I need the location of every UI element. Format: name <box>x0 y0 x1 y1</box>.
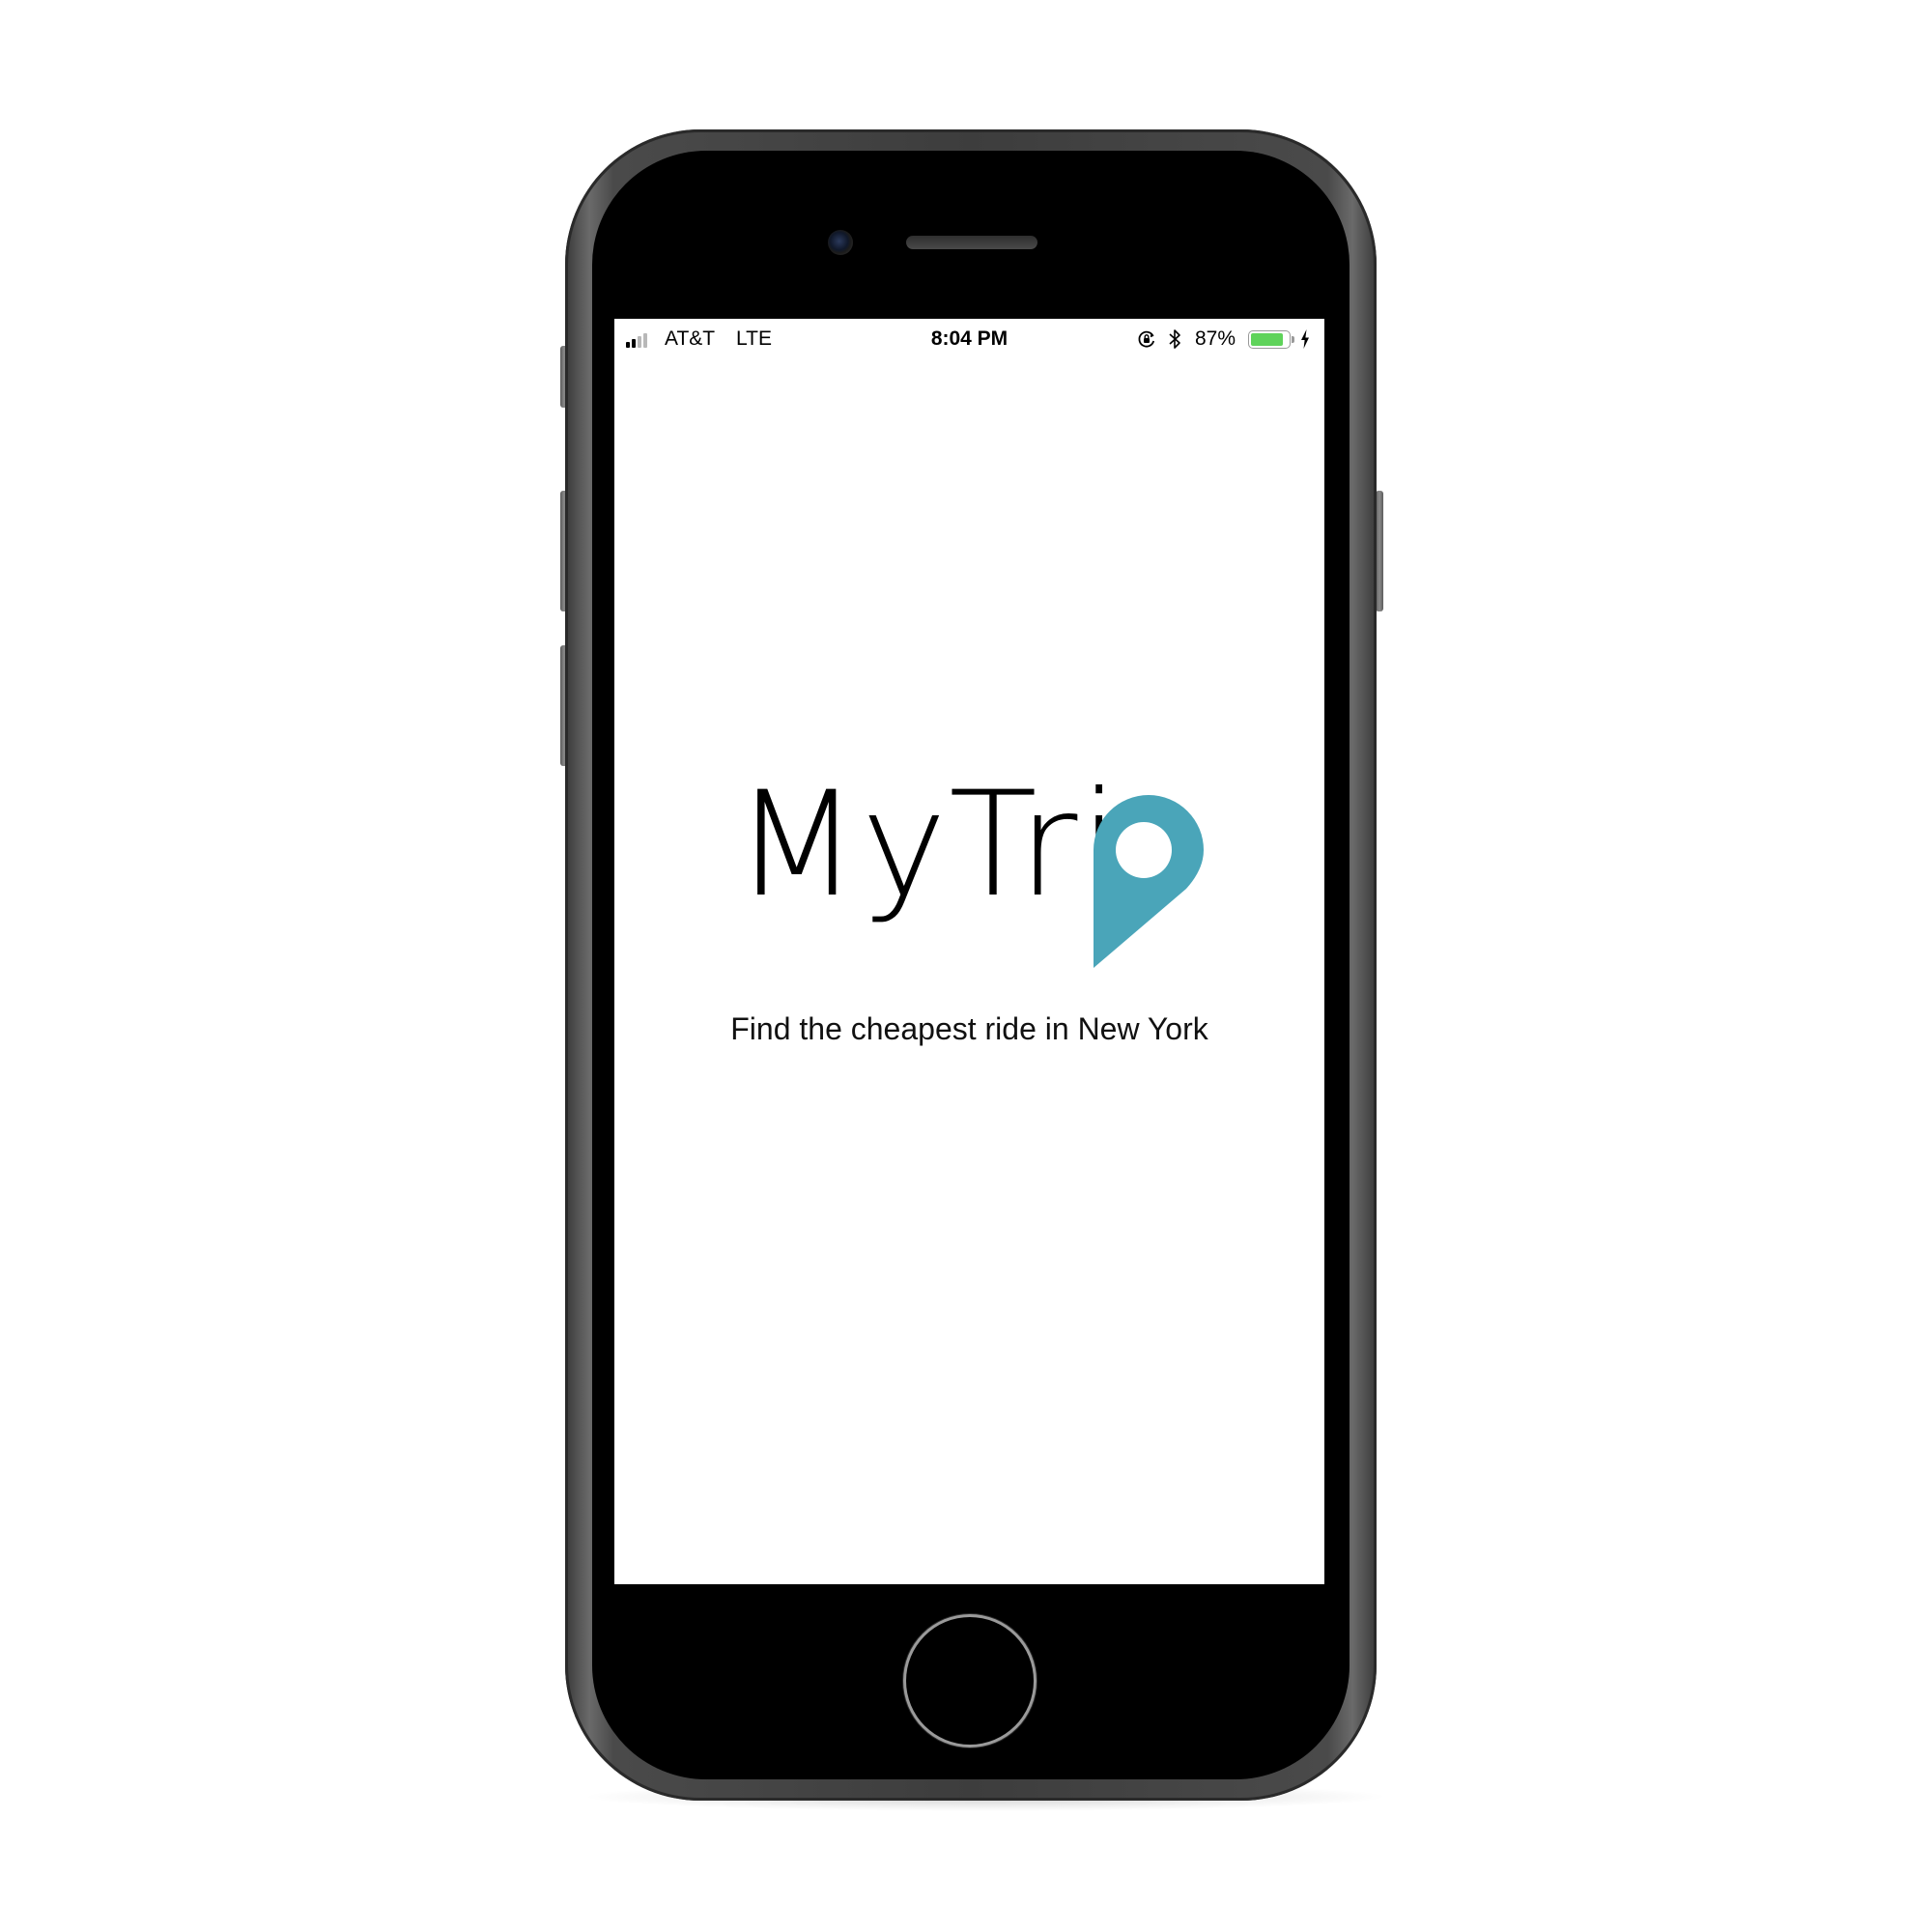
earpiece-speaker <box>906 236 1037 249</box>
status-bar: AT&T LTE 8:04 PM 87% <box>614 319 1324 357</box>
battery-percent: 87% <box>1195 327 1236 350</box>
battery-icon <box>1248 330 1291 349</box>
app-logo: MyTri <box>734 773 1236 985</box>
home-button[interactable] <box>906 1617 1034 1745</box>
orientation-lock-icon <box>1138 330 1155 348</box>
bluetooth-icon <box>1169 329 1180 349</box>
logo-wordmark: MyTri <box>734 761 1122 929</box>
front-camera <box>828 230 853 255</box>
stage: AT&T LTE 8:04 PM 87% MyTri Find the chea… <box>0 0 1932 1932</box>
charging-bolt-icon <box>1301 329 1309 349</box>
app-screen[interactable]: AT&T LTE 8:04 PM 87% MyTri Find the chea… <box>614 319 1324 1584</box>
location-pin-icon <box>1094 795 1204 968</box>
tagline: Find the cheapest ride in New York <box>730 1011 1208 1046</box>
battery-fill <box>1251 333 1284 346</box>
battery-cap <box>1292 336 1294 343</box>
power-button[interactable] <box>1376 491 1383 611</box>
